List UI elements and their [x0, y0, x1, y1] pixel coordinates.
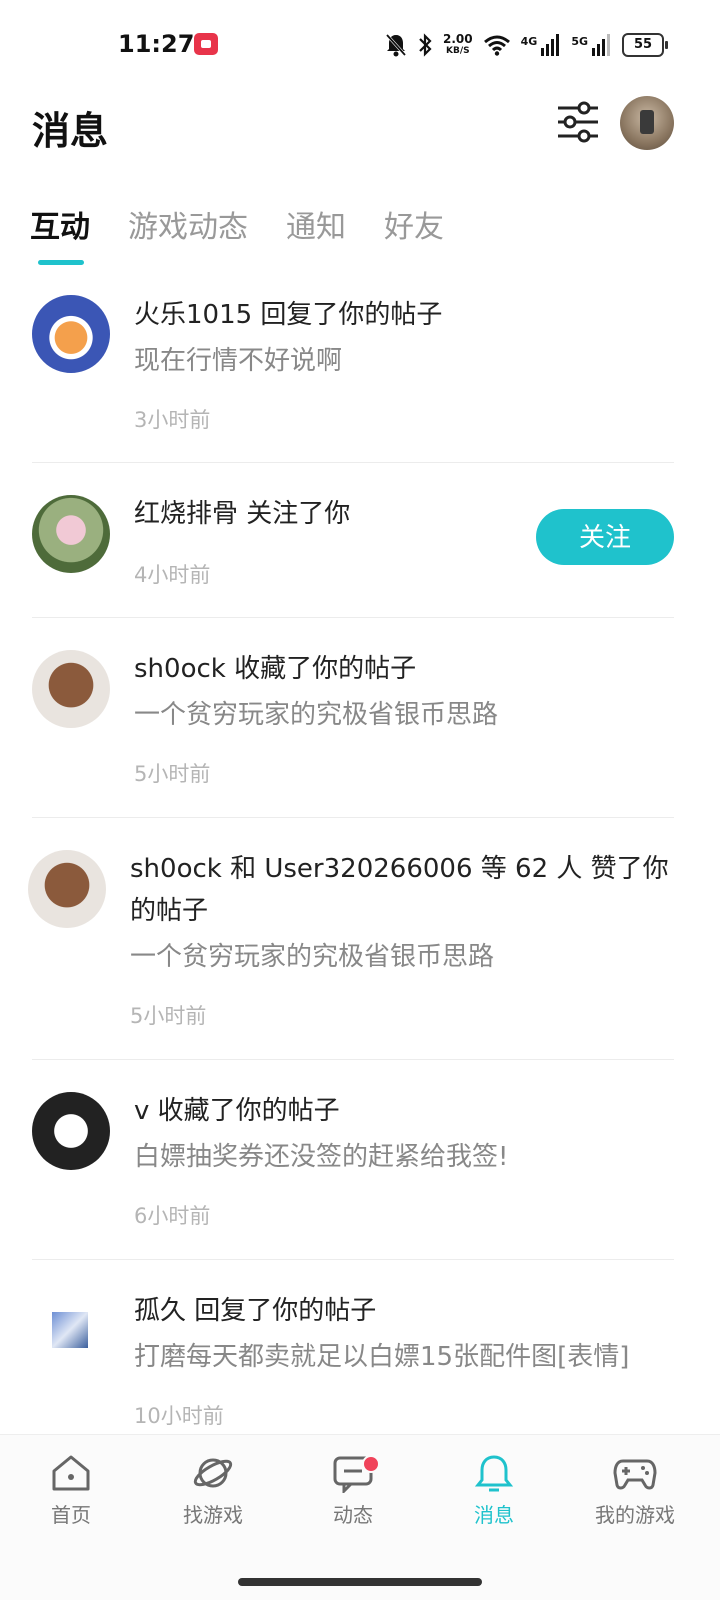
- battery-indicator: 55: [622, 33, 668, 57]
- message-preview: 一个贫穷玩家的究极省银币思路: [134, 700, 499, 730]
- filter-settings-icon[interactable]: [556, 100, 600, 144]
- nav-home-label: 首页: [51, 1503, 91, 1527]
- status-bar: 11:27 2.00 KB/S 4G 5G 55: [0, 0, 720, 90]
- nav-my-games[interactable]: 我的游戏: [580, 1453, 690, 1528]
- message-time: 6小时前: [134, 1204, 211, 1228]
- message-title: sh0ock 收藏了你的帖子: [134, 654, 417, 684]
- planet-icon: [193, 1458, 233, 1488]
- screen-record-icon: [194, 33, 218, 55]
- avatar[interactable]: [32, 295, 110, 373]
- message-tabs: 互动 游戏动态 通知 好友: [30, 200, 444, 270]
- tab-interaction[interactable]: 互动: [30, 200, 90, 270]
- user-avatar[interactable]: [620, 96, 674, 150]
- avatar[interactable]: [32, 1092, 110, 1170]
- avatar[interactable]: [32, 495, 110, 573]
- list-item[interactable]: 红烧排骨 关注了你 4小时前 关注: [32, 463, 674, 618]
- nav-messages-label: 消息: [474, 1503, 514, 1527]
- message-title: v 收藏了你的帖子: [134, 1096, 340, 1126]
- bottom-nav: 首页 找游戏 动态 消息 我的游戏: [0, 1434, 720, 1600]
- avatar[interactable]: [52, 1312, 88, 1348]
- page-title: 消息: [32, 109, 109, 153]
- nav-find-games[interactable]: 找游戏: [158, 1453, 268, 1528]
- gamepad-icon: [613, 1459, 657, 1490]
- message-title: sh0ock 和 User320266006 等 62 人 赞了你: [130, 854, 669, 884]
- net-speed-unit: KB/S: [446, 46, 470, 56]
- tab-friends[interactable]: 好友: [384, 200, 444, 270]
- message-time: 10小时前: [134, 1404, 224, 1428]
- status-icons: 2.00 KB/S 4G 5G 55: [385, 30, 668, 60]
- signal-5g-icon: [592, 34, 612, 56]
- nav-messages[interactable]: 消息: [439, 1453, 549, 1528]
- notification-badge: [362, 1455, 380, 1473]
- wifi-icon: [483, 34, 511, 56]
- message-title: 红烧排骨 关注了你: [134, 499, 351, 529]
- message-title-cont: 的帖子: [130, 896, 209, 926]
- nav-feed[interactable]: 动态: [298, 1453, 408, 1528]
- tab-game-news[interactable]: 游戏动态: [128, 200, 248, 270]
- message-preview: 打磨每天都卖就足以白嫖15张配件图[表情]: [134, 1342, 630, 1372]
- nav-my-games-label: 我的游戏: [595, 1503, 675, 1527]
- message-list: 火乐1015 回复了你的帖子 现在行情不好说啊 3小时前 红烧排骨 关注了你 4…: [28, 280, 674, 1440]
- list-item[interactable]: sh0ock 和 User320266006 等 62 人 赞了你 的帖子 一个…: [28, 818, 674, 1060]
- list-item[interactable]: v 收藏了你的帖子 白嫖抽奖券还没签的赶紧给我签! 6小时前: [32, 1060, 674, 1260]
- messages-page: 11:27 2.00 KB/S 4G 5G 55 消息 互动 游戏动态 通知 好…: [0, 0, 720, 1600]
- message-time: 5小时前: [130, 1004, 207, 1028]
- net-speed-value: 2.00: [443, 32, 473, 46]
- signal-4g-label: 4G: [520, 34, 538, 48]
- message-time: 4小时前: [134, 563, 211, 587]
- list-item[interactable]: 火乐1015 回复了你的帖子 现在行情不好说啊 3小时前: [32, 280, 674, 463]
- home-icon: [52, 1455, 90, 1491]
- status-time: 11:27: [118, 30, 195, 58]
- message-title: 火乐1015 回复了你的帖子: [134, 300, 443, 330]
- mute-bell-icon: [385, 33, 407, 57]
- bell-icon: [474, 1455, 514, 1492]
- network-speed: 2.00 KB/S: [443, 33, 473, 57]
- message-title: 孤久 回复了你的帖子: [134, 1296, 377, 1326]
- signal-4g-icon: [541, 34, 561, 56]
- home-indicator[interactable]: [238, 1578, 482, 1586]
- nav-feed-label: 动态: [333, 1503, 373, 1527]
- signal-5g-label: 5G: [571, 34, 588, 48]
- message-preview: 现在行情不好说啊: [134, 346, 343, 376]
- message-time: 3小时前: [134, 408, 211, 432]
- follow-button[interactable]: 关注: [536, 509, 674, 565]
- avatar[interactable]: [32, 650, 110, 728]
- list-item[interactable]: sh0ock 收藏了你的帖子 一个贫穷玩家的究极省银币思路 5小时前: [32, 618, 674, 818]
- message-preview: 一个贫穷玩家的究极省银币思路: [130, 942, 495, 972]
- message-preview: 白嫖抽奖券还没签的赶紧给我签!: [134, 1142, 509, 1172]
- list-item[interactable]: 孤久 回复了你的帖子 打磨每天都卖就足以白嫖15张配件图[表情] 10小时前: [32, 1260, 674, 1440]
- tab-notifications[interactable]: 通知: [286, 200, 346, 270]
- nav-find-games-label: 找游戏: [183, 1503, 243, 1527]
- bluetooth-icon: [417, 33, 433, 57]
- message-time: 5小时前: [134, 762, 211, 786]
- avatar[interactable]: [28, 850, 106, 928]
- nav-home[interactable]: 首页: [16, 1453, 126, 1528]
